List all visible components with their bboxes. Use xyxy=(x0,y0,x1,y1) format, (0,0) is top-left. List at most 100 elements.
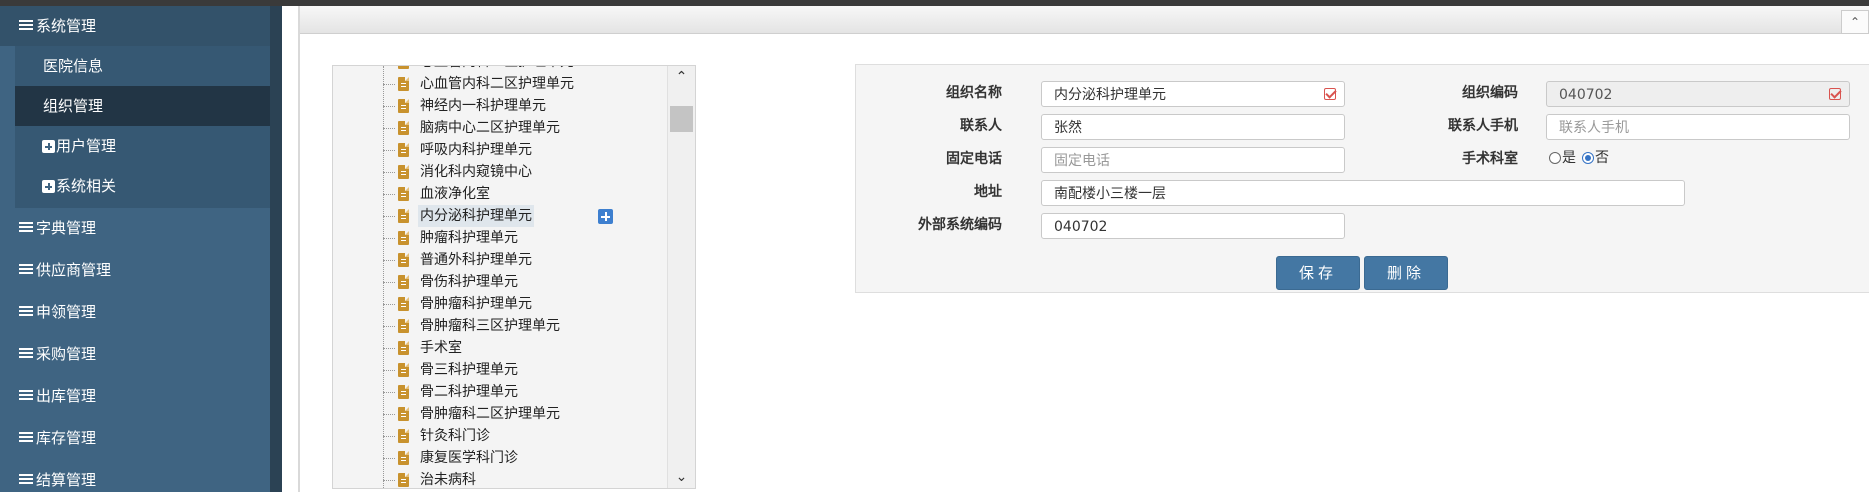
menu-label: 系统管理 xyxy=(36,17,97,35)
contact-label: 联系人 xyxy=(960,118,1002,134)
contact-phone-placeholder: 联系人手机 xyxy=(1559,120,1629,136)
tree-node-label: 骨肿瘤科三区护理单元 xyxy=(420,318,560,334)
document-icon xyxy=(398,253,409,267)
list-icon xyxy=(19,264,33,276)
surgery-no-radio[interactable] xyxy=(1582,152,1594,164)
org-code-field[interactable]: 040702 xyxy=(1546,81,1850,107)
tree-branch-line xyxy=(383,260,395,261)
surgery-yes-radio[interactable] xyxy=(1549,152,1561,164)
document-icon xyxy=(398,165,409,179)
expand-plus-icon xyxy=(42,180,55,193)
save-button[interactable]: 保存 xyxy=(1276,256,1360,290)
menu-label: 出库管理 xyxy=(36,387,97,405)
document-icon xyxy=(398,66,409,69)
tree-branch-line xyxy=(383,348,395,349)
document-icon xyxy=(398,275,409,289)
scroll-thumb[interactable] xyxy=(670,106,693,132)
surgery-yes-label: 是 xyxy=(1562,150,1576,166)
surgery-no-label: 否 xyxy=(1595,150,1609,166)
menu-requisition[interactable]: 申领管理 xyxy=(0,292,282,332)
tree-branch-line xyxy=(383,480,395,481)
collapse-up-icon[interactable]: ⌃ xyxy=(1841,10,1869,34)
tree-branch-line xyxy=(383,194,395,195)
list-icon xyxy=(19,474,33,486)
tree-node-label: 神经内一科护理单元 xyxy=(420,98,546,114)
tree-node-label: 骨三科护理单元 xyxy=(420,362,518,378)
document-icon xyxy=(398,121,409,135)
tree-node-label: 针灸科门诊 xyxy=(420,428,490,444)
external-code-label: 外部系统编码 xyxy=(918,217,1002,233)
scroll-up-icon[interactable]: ⌃ xyxy=(668,66,695,88)
address-label: 地址 xyxy=(974,184,1002,200)
sidebar-item-hospital-info[interactable]: 医院信息 xyxy=(15,46,275,86)
tree-branch-line xyxy=(383,172,395,173)
add-child-icon[interactable] xyxy=(598,209,613,224)
fixed-phone-field[interactable]: 固定电话 xyxy=(1041,147,1345,173)
list-icon xyxy=(19,222,33,234)
document-icon xyxy=(398,407,409,421)
menu-inventory[interactable]: 库存管理 xyxy=(0,418,282,458)
org-name-value: 内分泌科护理单元 xyxy=(1054,87,1166,103)
list-icon xyxy=(19,432,33,444)
contact-phone-field[interactable]: 联系人手机 xyxy=(1546,114,1850,140)
external-code-field[interactable]: 040702 xyxy=(1041,213,1345,239)
menu-system-management[interactable]: 系统管理 xyxy=(0,6,282,46)
expand-plus-icon xyxy=(42,140,55,153)
contact-value: 张然 xyxy=(1054,120,1082,136)
menu-outbound[interactable]: 出库管理 xyxy=(0,376,282,416)
document-icon xyxy=(398,341,409,355)
tree-node-label: 普通外科护理单元 xyxy=(420,252,532,268)
fixed-phone-placeholder: 固定电话 xyxy=(1054,153,1110,169)
tree-node-label: 手术室 xyxy=(420,340,462,356)
org-code-value: 040702 xyxy=(1559,87,1613,103)
menu-purchase[interactable]: 采购管理 xyxy=(0,334,282,374)
tree-branch-line xyxy=(383,106,395,107)
menu-dictionary[interactable]: 字典管理 xyxy=(0,208,282,248)
tree-branch-line xyxy=(383,150,395,151)
tree-node-label: 治未病科 xyxy=(420,472,476,488)
scroll-down-icon[interactable]: ⌄ xyxy=(668,466,695,488)
tree-node-label: 心血管内科二区护理单元 xyxy=(420,76,574,92)
menu-settlement[interactable]: 结算管理 xyxy=(0,460,282,492)
list-icon xyxy=(19,20,33,32)
contact-field[interactable]: 张然 xyxy=(1041,114,1345,140)
tree-node-label: 肿瘤科护理单元 xyxy=(420,230,518,246)
tree-branch-line xyxy=(383,238,395,239)
tree-scrollbar[interactable]: ⌃ ⌄ xyxy=(667,66,695,488)
menu-label: 库存管理 xyxy=(36,429,97,447)
menu-label: 字典管理 xyxy=(36,219,97,237)
sidebar-item-label: 组织管理 xyxy=(43,97,104,115)
list-icon xyxy=(19,390,33,402)
document-icon xyxy=(398,429,409,443)
fixed-phone-label: 固定电话 xyxy=(946,151,1002,167)
sidebar-item-label: 系统相关 xyxy=(56,177,117,195)
tree-branch-line xyxy=(383,458,395,459)
org-form: 组织名称 内分泌科护理单元 组织编码 040702 联系人 张然 联系人手机 联… xyxy=(855,64,1869,293)
sidebar-item-system-related[interactable]: 系统相关 xyxy=(15,166,275,206)
document-icon xyxy=(398,209,409,223)
document-icon xyxy=(398,77,409,91)
org-name-field[interactable]: 内分泌科护理单元 xyxy=(1041,81,1345,107)
org-code-label: 组织编码 xyxy=(1462,85,1518,101)
org-name-label: 组织名称 xyxy=(946,85,1002,101)
delete-button[interactable]: 删除 xyxy=(1364,256,1448,290)
tree-branch-line xyxy=(383,128,395,129)
document-icon xyxy=(398,385,409,399)
address-field[interactable]: 南配楼小三楼一层 xyxy=(1041,180,1685,206)
document-icon xyxy=(398,451,409,465)
menu-supplier[interactable]: 供应商管理 xyxy=(0,250,282,290)
document-icon xyxy=(398,363,409,377)
tree-node-label: 心血管内科一区护理单元 xyxy=(420,66,574,73)
tree-branch-line xyxy=(383,326,395,327)
tree-branch-line xyxy=(383,282,395,283)
sidebar-item-org-management[interactable]: 组织管理 xyxy=(15,86,275,126)
document-icon xyxy=(398,231,409,245)
tree-branch-line xyxy=(383,304,395,305)
tree-node-label: 血液净化室 xyxy=(420,186,490,202)
sidebar-item-label: 医院信息 xyxy=(43,57,104,75)
surgery-dept-label: 手术科室 xyxy=(1462,151,1518,167)
sidebar: 系统管理 医院信息 组织管理 用户管理 系统相关 字典管理 供应商管理 申领管理… xyxy=(0,6,282,492)
document-icon xyxy=(398,187,409,201)
sidebar-item-user-management[interactable]: 用户管理 xyxy=(15,126,275,166)
tree-node-label: 脑病中心二区护理单元 xyxy=(420,120,560,136)
